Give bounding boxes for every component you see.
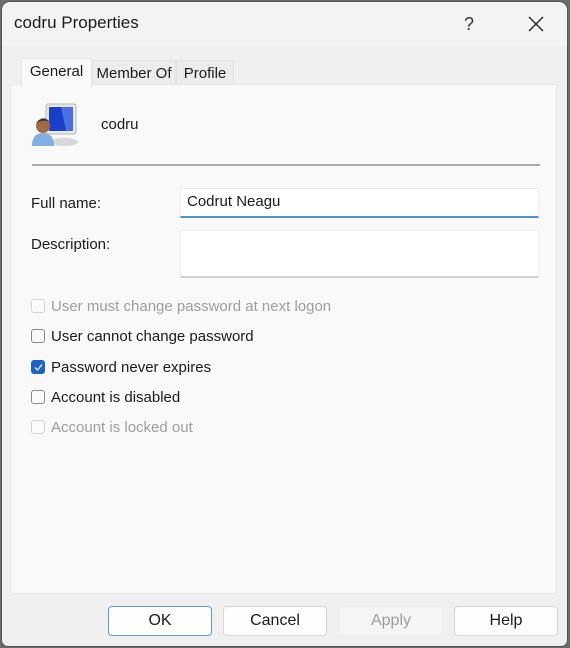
window-title: codru Properties (14, 13, 139, 32)
checkbox-password-never-expires[interactable]: Password never expires (31, 357, 211, 377)
full-name-label: Full name: (31, 195, 102, 212)
close-button[interactable] (516, 8, 556, 40)
tab-profile[interactable]: Profile (176, 60, 234, 86)
checkbox-label: Account is locked out (51, 418, 193, 436)
tab-member-of[interactable]: Member Of (92, 60, 176, 86)
tab-general[interactable]: General (21, 58, 92, 88)
question-mark-icon: ? (463, 14, 474, 34)
username: codru (101, 116, 139, 133)
cancel-button[interactable]: Cancel (223, 606, 327, 636)
checkbox-label: User cannot change password (51, 327, 254, 345)
apply-button[interactable]: Apply (339, 606, 443, 636)
checkbox-must-change-password[interactable]: User must change password at next logon (31, 296, 331, 316)
header-separator (32, 164, 540, 166)
checkbox-box[interactable] (31, 360, 45, 374)
description-input[interactable] (180, 230, 539, 278)
checkbox-box[interactable] (31, 420, 45, 434)
ok-button[interactable]: OK (108, 606, 212, 636)
title-bar: codru Properties ? (2, 2, 567, 46)
help-title-button[interactable]: ? (454, 10, 484, 38)
checkbox-box[interactable] (31, 390, 45, 404)
checkbox-label: User must change password at next logon (51, 297, 332, 315)
user-computer-icon (32, 103, 78, 146)
close-icon (528, 16, 544, 32)
full-name-input[interactable]: Codrut Neagu (180, 188, 539, 218)
checkbox-account-disabled[interactable]: Account is disabled (31, 387, 180, 407)
description-label: Description: (31, 236, 111, 253)
checkbox-box[interactable] (31, 329, 45, 343)
checkbox-account-locked-out[interactable]: Account is locked out (31, 417, 193, 437)
checkbox-label: Password never expires (51, 358, 212, 376)
checkbox-label: Account is disabled (51, 388, 181, 406)
checkmark-icon (34, 364, 43, 371)
checkbox-cannot-change-password[interactable]: User cannot change password (31, 326, 254, 346)
checkbox-box[interactable] (31, 299, 45, 313)
help-button[interactable]: Help (454, 606, 558, 636)
